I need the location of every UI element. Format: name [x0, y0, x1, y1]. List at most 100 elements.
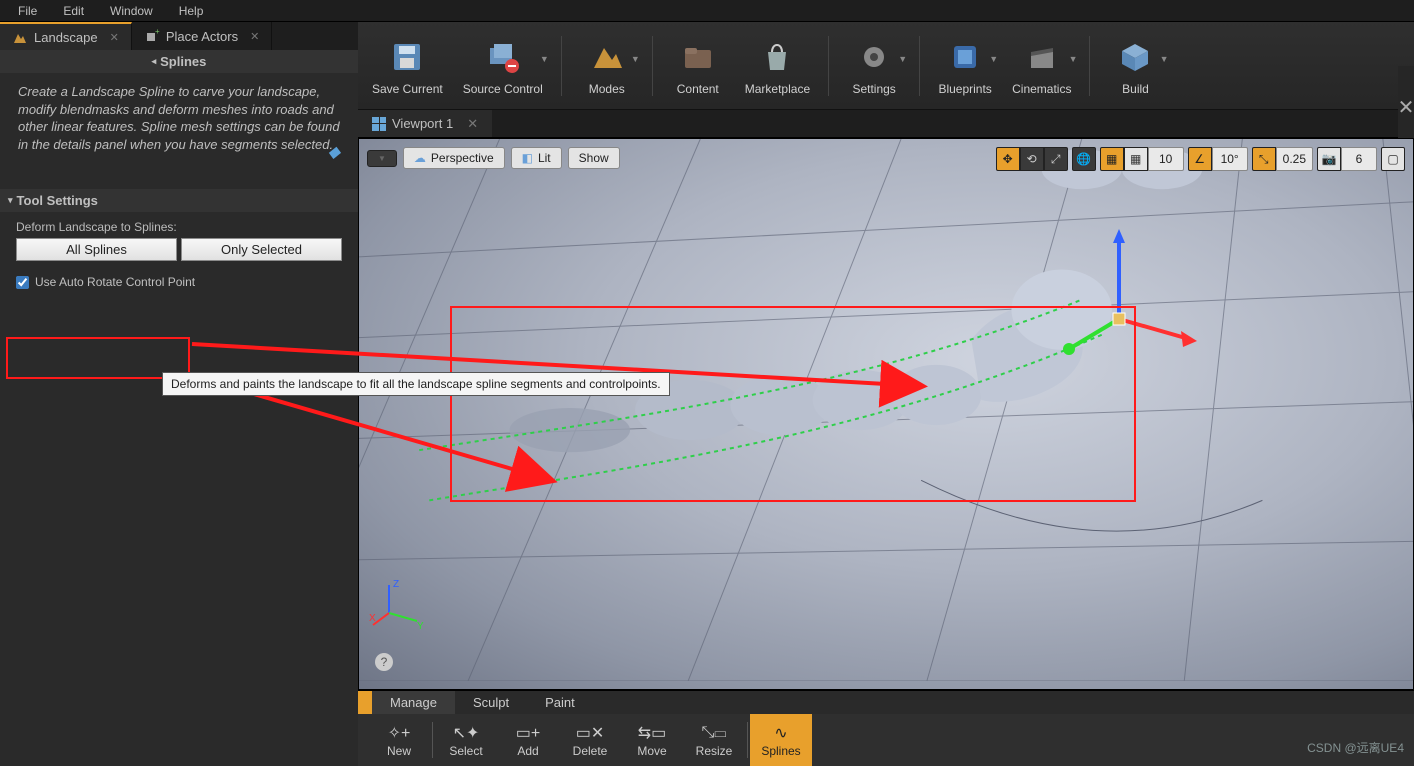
viewport-options-dropdown[interactable]: ▼ [367, 150, 397, 167]
dropdown-arrow-icon[interactable]: ▼ [989, 54, 998, 64]
build-button[interactable]: Build ▼ [1100, 26, 1170, 106]
close-icon[interactable]: ✕ [250, 30, 259, 43]
rotate-tool[interactable]: ⟲ [1020, 147, 1044, 171]
blueprints-button[interactable]: Blueprints ▼ [930, 26, 1000, 106]
splines-description: Create a Landscape Spline to carve your … [0, 73, 358, 159]
close-right-icon[interactable]: ✕ [1398, 66, 1414, 148]
scale-snap-value[interactable]: 0.25 [1276, 147, 1313, 171]
content-button[interactable]: Content [663, 26, 733, 106]
transform-gizmo[interactable] [1039, 219, 1199, 379]
gear-icon [853, 36, 895, 78]
settings-button[interactable]: Settings ▼ [839, 26, 909, 106]
tool-splines[interactable]: ∿Splines [750, 714, 812, 766]
accent-strip [358, 691, 372, 714]
angle-snap-value[interactable]: 10° [1212, 147, 1248, 171]
viewport-controls-left: ▼ ☁ Perspective ◧ Lit Show [367, 147, 620, 169]
grid-snap-toggle[interactable]: ▦ [1124, 147, 1148, 171]
tool-select[interactable]: ↖✦Select [435, 714, 497, 766]
angle-snap-toggle[interactable]: ∠ [1188, 147, 1212, 171]
dropdown-arrow-icon[interactable]: ▼ [631, 54, 640, 64]
grid-snap-value[interactable]: 10 [1148, 147, 1184, 171]
auto-rotate-checkbox[interactable] [16, 276, 29, 289]
viewport-tab-row: Viewport 1 ✕ [358, 110, 1414, 138]
menu-window[interactable]: Window [98, 2, 165, 20]
save-current-button[interactable]: Save Current [364, 26, 451, 106]
show-label: Show [579, 151, 609, 165]
help-icon[interactable]: ? [375, 653, 393, 671]
tab-place-actors-label: Place Actors [166, 29, 238, 44]
marketplace-button[interactable]: Marketplace [737, 26, 818, 106]
menu-file[interactable]: File [6, 2, 49, 20]
axis-widget: Z Y X [369, 573, 429, 633]
tool-new[interactable]: ✧+New [368, 714, 430, 766]
resize-icon: ⤡▭ [702, 722, 727, 744]
chevron-down-icon: ▼ [378, 154, 386, 163]
move-tool[interactable]: ✥ [996, 147, 1020, 171]
deform-group: Deform Landscape to Splines: All Splines… [16, 220, 342, 261]
build-label: Build [1122, 82, 1149, 96]
cube-icon [1114, 36, 1156, 78]
blueprint-icon [944, 36, 986, 78]
cloud-icon: ☁ [414, 151, 426, 165]
help-diamond-icon[interactable]: ◆ [328, 142, 340, 164]
viewport-tab-label: Viewport 1 [392, 116, 453, 131]
viewport-tab[interactable]: Viewport 1 ✕ [358, 110, 492, 137]
maximize-viewport[interactable]: ▢ [1381, 147, 1405, 171]
svg-text:X: X [369, 613, 376, 624]
folder-icon [677, 36, 719, 78]
cursor-icon: ↖✦ [453, 722, 480, 744]
modes-button[interactable]: Modes ▼ [572, 26, 642, 106]
splines-header[interactable]: ◂ Splines [0, 50, 358, 73]
tool-settings-header[interactable]: ▾ Tool Settings [0, 189, 358, 212]
dropdown-arrow-icon[interactable]: ▼ [540, 54, 549, 64]
left-tab-row: Landscape ✕ + Place Actors ✕ [0, 22, 358, 50]
tab-sculpt[interactable]: Sculpt [455, 691, 527, 714]
only-selected-button[interactable]: Only Selected [181, 238, 342, 261]
tab-manage[interactable]: Manage [372, 691, 455, 714]
surface-snap-toggle[interactable]: ▦ [1100, 147, 1124, 171]
lit-dropdown[interactable]: ◧ Lit [511, 147, 562, 169]
perspective-dropdown[interactable]: ☁ Perspective [403, 147, 505, 169]
tool-move[interactable]: ⇆▭Move [621, 714, 683, 766]
all-splines-button[interactable]: All Splines [16, 238, 177, 261]
tab-paint[interactable]: Paint [527, 691, 593, 714]
cinematics-label: Cinematics [1012, 82, 1071, 96]
collapse-arrow-icon: ◂ [152, 56, 157, 67]
dropdown-arrow-icon[interactable]: ▼ [898, 54, 907, 64]
svg-text:Z: Z [393, 579, 399, 590]
marketplace-label: Marketplace [745, 82, 810, 96]
coord-space-toggle[interactable]: 🌐 [1072, 147, 1096, 171]
dropdown-arrow-icon[interactable]: ▼ [1160, 54, 1169, 64]
tool-resize[interactable]: ⤡▭Resize [683, 714, 745, 766]
close-icon[interactable]: ✕ [467, 116, 478, 132]
scale-snap-toggle[interactable]: ⤡ [1252, 147, 1276, 171]
camera-speed-icon[interactable]: 📷 [1317, 147, 1341, 171]
close-icon[interactable]: ✕ [110, 31, 119, 44]
camera-speed-value[interactable]: 6 [1341, 147, 1377, 171]
viewport-grid-icon [372, 117, 386, 131]
show-dropdown[interactable]: Show [568, 147, 620, 169]
plus-sparkle-icon: ✧+ [388, 722, 411, 744]
tab-landscape[interactable]: Landscape ✕ [0, 22, 132, 50]
save-label: Save Current [372, 82, 443, 96]
menu-help[interactable]: Help [167, 2, 216, 20]
auto-rotate-row[interactable]: Use Auto Rotate Control Point [16, 275, 342, 289]
viewport-controls-right: ✥ ⟲ ⤢ 🌐 ▦ ▦ 10 ∠ 10° ⤡ 0.25 [996, 147, 1405, 171]
svg-text:Y: Y [417, 621, 424, 632]
manage-tools: ✧+New ↖✦Select ▭+Add ▭✕Delete ⇆▭Move ⤡▭R… [358, 714, 1414, 766]
modes-label: Modes [589, 82, 625, 96]
dropdown-arrow-icon[interactable]: ▼ [1069, 54, 1078, 64]
cinematics-button[interactable]: Cinematics ▼ [1004, 26, 1079, 106]
viewport[interactable]: ▼ ☁ Perspective ◧ Lit Show ✥ ⟲ ⤢ [358, 138, 1414, 690]
blueprints-label: Blueprints [938, 82, 991, 96]
tool-delete[interactable]: ▭✕Delete [559, 714, 621, 766]
tab-place-actors[interactable]: + Place Actors ✕ [132, 22, 272, 50]
tool-add[interactable]: ▭+Add [497, 714, 559, 766]
source-control-button[interactable]: Source Control ▼ [455, 26, 551, 106]
add-icon: ▭+ [516, 722, 540, 744]
deform-label: Deform Landscape to Splines: [16, 220, 342, 234]
scale-tool[interactable]: ⤢ [1044, 147, 1068, 171]
menu-edit[interactable]: Edit [51, 2, 96, 20]
perspective-label: Perspective [431, 151, 494, 165]
lit-label: Lit [538, 151, 551, 165]
